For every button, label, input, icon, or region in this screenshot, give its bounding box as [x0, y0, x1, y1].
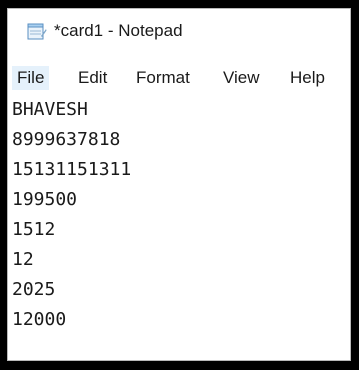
menu-file[interactable]: File [12, 66, 50, 90]
text-line: 1512 [12, 219, 56, 240]
text-line: 12000 [12, 309, 67, 330]
text-line: 8999637818 [12, 129, 121, 150]
title-bar[interactable]: *card1 - Notepad [8, 9, 350, 55]
text-editor-area[interactable]: BHAVESH 8999637818 15131151311 199500 15… [8, 95, 350, 360]
menu-view[interactable]: View [223, 66, 260, 90]
menu-edit[interactable]: Edit [78, 66, 107, 90]
notepad-icon [27, 23, 47, 40]
menu-bar: File Edit Format View Help [8, 64, 350, 92]
screenshot-frame: *card1 - Notepad File Edit Format View H… [0, 0, 359, 370]
text-line: BHAVESH [12, 99, 88, 120]
text-line: 12 [12, 249, 34, 270]
text-line: 15131151311 [12, 159, 132, 180]
menu-help[interactable]: Help [290, 66, 325, 90]
text-line: 199500 [12, 189, 78, 210]
window-title: *card1 - Notepad [54, 21, 183, 40]
text-line: 2025 [12, 279, 56, 300]
notepad-window: *card1 - Notepad File Edit Format View H… [7, 8, 351, 361]
menu-format[interactable]: Format [136, 66, 190, 90]
